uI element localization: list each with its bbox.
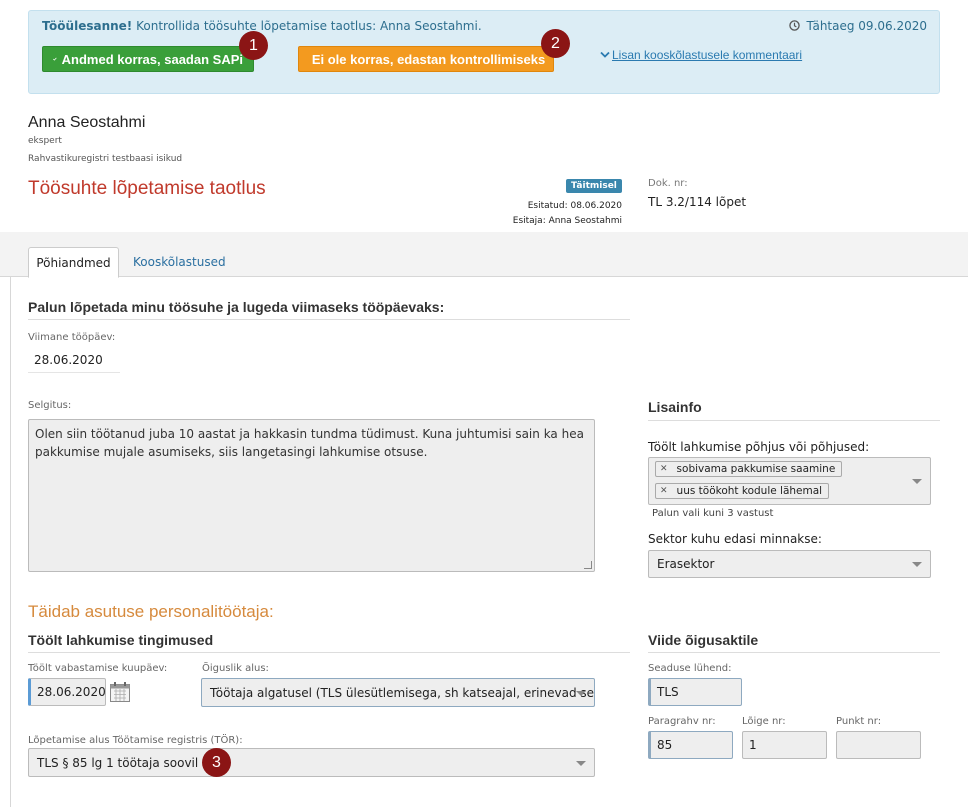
status-badge: Täitmisel xyxy=(566,179,622,193)
person-organization: Rahvastikuregistri testbaasi isikud xyxy=(28,154,183,164)
divider xyxy=(28,319,630,320)
act-label: Seaduse lühend: xyxy=(648,663,732,674)
paragraph-value: 85 xyxy=(657,738,673,752)
step-marker-1: 1 xyxy=(239,31,268,60)
legal-basis-label: Õiguslik alus: xyxy=(202,663,269,674)
task-banner: Tööülesanne! Kontrollida töösuhte lõpeta… xyxy=(28,10,940,94)
reasons-multiselect[interactable]: ✕ sobivama pakkumise saamine ✕ uus töökoht… xyxy=(648,457,931,505)
explanation-text: Olen siin töötanud juba 10 aastat ja hak… xyxy=(35,427,584,459)
tab-main-data[interactable]: Põhiandmed xyxy=(28,247,119,278)
release-date-label: Töölt vabastamise kuupäev: xyxy=(28,663,168,674)
point-label: Punkt nr: xyxy=(836,716,882,727)
last-day-value: 28.06.2020 xyxy=(34,353,103,367)
deadline-text: Tähtaeg 09.06.2020 xyxy=(806,19,927,33)
sector-label: Sektor kuhu edasi minnakse: xyxy=(648,532,822,546)
explanation-label: Selgitus: xyxy=(28,400,72,411)
point-input[interactable] xyxy=(836,731,921,759)
legal-basis-value: Töötaja algatusel (TLS ülesütlemisega, s… xyxy=(210,685,595,700)
reject-button[interactable]: Ei ole korras, edastan kontrollimiseks xyxy=(298,46,554,72)
check-icon xyxy=(53,57,57,61)
act-input[interactable]: TLS xyxy=(648,678,742,706)
chevron-down-icon xyxy=(576,690,586,696)
submitter: Esitaja: Anna Seostahmi xyxy=(512,216,622,226)
doc-number-label: Dok. nr: xyxy=(648,178,688,189)
section-input[interactable]: 1 xyxy=(742,731,827,759)
deadline: Tähtaeg 09.06.2020 xyxy=(788,19,927,33)
add-comment-link[interactable]: Lisan kooskõlastusele kommentaari xyxy=(600,48,802,62)
tor-value: TLS § 85 lg 1 töötaja soovil xyxy=(37,755,199,770)
content-left-border xyxy=(10,277,11,807)
person-name: Anna Seostahmi xyxy=(28,114,146,131)
clock-icon xyxy=(788,20,800,31)
person-role: ekspert xyxy=(28,136,62,146)
divider xyxy=(648,652,940,653)
reason-tag-label: uus töökoht kodule lähemal xyxy=(676,485,823,497)
task-text: Tööülesanne! Kontrollida töösuhte lõpeta… xyxy=(42,19,482,33)
paragraph-label: Paragrahv nr: xyxy=(648,716,716,727)
page: Tööülesanne! Kontrollida töösuhte lõpeta… xyxy=(0,0,968,807)
reasons-hint: Palun vali kuni 3 vastust xyxy=(652,508,774,519)
explanation-textarea[interactable]: Olen siin töötanud juba 10 aastat ja hak… xyxy=(28,419,595,572)
submitted-date: Esitatud: 08.06.2020 xyxy=(527,201,622,211)
section-value: 1 xyxy=(749,738,757,752)
divider xyxy=(648,420,940,421)
last-day-label: Viimane tööpäev: xyxy=(28,332,116,343)
release-date-value: 28.06.2020 xyxy=(37,685,106,699)
sector-value: Erasektor xyxy=(657,557,715,571)
step-marker-3: 3 xyxy=(202,748,231,777)
reject-button-label: Ei ole korras, edastan kontrollimiseks xyxy=(311,51,546,67)
reason-tag-label: sobivama pakkumise saamine xyxy=(676,463,836,475)
tab-approvals[interactable]: Kooskõlastused xyxy=(133,255,226,269)
reason-tag[interactable]: ✕ sobivama pakkumise saamine xyxy=(655,461,843,477)
sector-select[interactable]: Erasektor xyxy=(648,550,931,578)
hr-section-heading: Täidab asutuse personalitöötaja: xyxy=(28,602,274,621)
remove-tag-icon[interactable]: ✕ xyxy=(660,464,668,474)
resize-handle[interactable] xyxy=(584,561,592,569)
chevron-down-icon xyxy=(912,562,922,567)
step-marker-2: 2 xyxy=(541,29,570,58)
law-ref-heading: Viide õigusaktile xyxy=(648,632,759,648)
request-heading: Palun lõpetada minu töösuhe ja lugeda vi… xyxy=(28,299,445,315)
chevron-down-icon xyxy=(912,479,922,484)
chevron-down-icon xyxy=(600,51,610,58)
extra-info-heading: Lisainfo xyxy=(648,399,702,415)
approve-button-label: Andmed korras, saadan SAPi xyxy=(61,51,243,67)
chevron-down-icon xyxy=(576,760,586,766)
divider xyxy=(28,652,630,653)
task-description: Kontrollida töösuhte lõpetamise taotlus:… xyxy=(136,19,482,33)
approve-button[interactable]: Andmed korras, saadan SAPi xyxy=(42,46,254,72)
calendar-icon[interactable] xyxy=(109,681,131,703)
tor-select[interactable]: TLS § 85 lg 1 töötaja soovil xyxy=(28,748,595,777)
doc-number: TL 3.2/114 lõpet xyxy=(648,195,747,209)
release-date-input[interactable]: 28.06.2020 xyxy=(28,678,106,706)
paragraph-input[interactable]: 85 xyxy=(648,731,733,759)
task-label: Tööülesanne! xyxy=(42,19,133,33)
legal-basis-select[interactable]: Töötaja algatusel (TLS ülesütlemisega, s… xyxy=(201,678,595,707)
add-comment-link-label: Lisan kooskõlastusele kommentaari xyxy=(612,48,803,62)
reasons-label: Töölt lahkumise põhjus või põhjused: xyxy=(648,440,870,454)
remove-tag-icon[interactable]: ✕ xyxy=(660,486,668,496)
tor-label: Lõpetamise alus Töötamise registris (TÖR… xyxy=(28,735,243,746)
divider xyxy=(28,372,120,373)
reason-tag[interactable]: ✕ uus töökoht kodule lähemal xyxy=(655,483,830,499)
conditions-heading: Töölt lahkumise tingimused xyxy=(28,632,214,648)
document-title: Töösuhte lõpetamise taotlus xyxy=(28,178,266,199)
section-label: Lõige nr: xyxy=(742,716,786,727)
act-value: TLS xyxy=(657,685,679,699)
